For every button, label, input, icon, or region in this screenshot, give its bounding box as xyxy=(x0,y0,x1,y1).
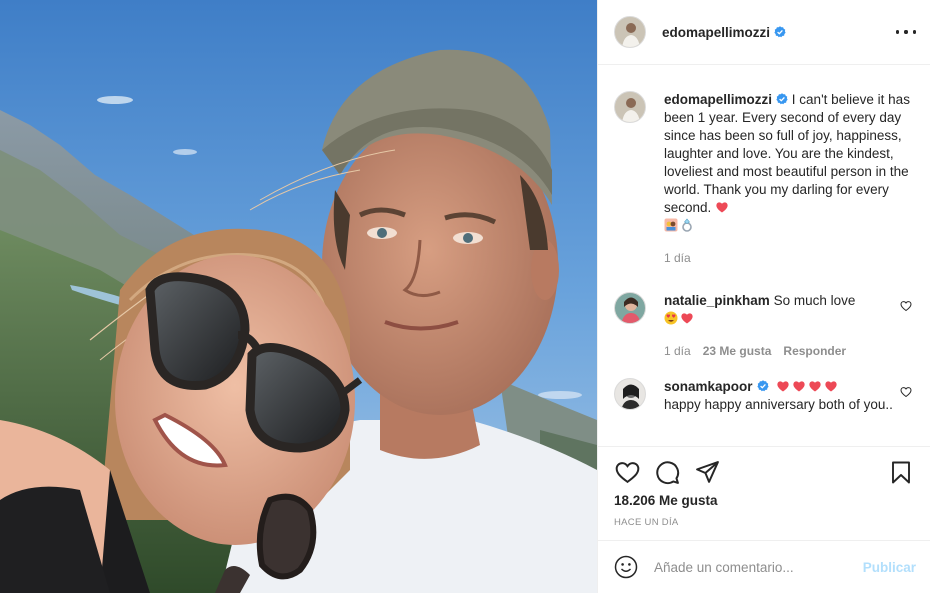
author-avatar[interactable] xyxy=(614,16,646,48)
comment-body: sonamkapoor happy happy anniversary both… xyxy=(664,378,914,414)
verified-badge-icon xyxy=(774,26,786,38)
comment-likes[interactable]: 23 Me gusta xyxy=(703,342,772,360)
comment-body: natalie_pinkham So much love 1 día 23 Me… xyxy=(664,292,914,360)
heart-emoji-icon xyxy=(809,381,821,392)
couple-emoji-icon xyxy=(664,218,678,232)
paper-plane-icon xyxy=(695,460,719,483)
post-sidebar: edomapellimozzi edomapellimozzi I can't … xyxy=(597,0,930,593)
post-photo[interactable] xyxy=(0,0,597,593)
post-header: edomapellimozzi xyxy=(598,0,930,65)
post-photo-illustration xyxy=(0,0,597,593)
author-username[interactable]: edomapellimozzi xyxy=(662,25,770,40)
heart-emoji-icon xyxy=(793,381,805,392)
comment-text-block: sonamkapoor happy happy anniversary both… xyxy=(664,378,914,414)
share-button[interactable] xyxy=(694,459,720,485)
instagram-post: edomapellimozzi edomapellimozzi I can't … xyxy=(0,0,930,593)
author-info: edomapellimozzi xyxy=(662,25,786,40)
post-timestamp[interactable]: HACE UN DÍA xyxy=(614,517,914,528)
heart-icon xyxy=(615,461,639,483)
comment-time[interactable]: 1 día xyxy=(664,342,691,360)
post-actions: 18.206 Me gusta HACE UN DÍA xyxy=(598,446,930,528)
comment-text: happy happy anniversary both of you.. xyxy=(664,397,893,412)
like-comment-heart-icon[interactable] xyxy=(900,300,912,312)
comment-text: So much love xyxy=(773,293,856,308)
caption-time[interactable]: 1 día xyxy=(664,249,691,267)
avatar-image xyxy=(615,293,645,323)
comment-natalie: natalie_pinkham So much love 1 día 23 Me… xyxy=(614,292,914,360)
dot-icon xyxy=(904,30,908,34)
caption-body: edomapellimozzi I can't believe it has b… xyxy=(664,91,914,267)
commenter-avatar[interactable] xyxy=(614,378,646,410)
dot-icon xyxy=(896,30,900,34)
heart-emoji-icon xyxy=(825,381,837,392)
comment-bubble-icon xyxy=(655,460,679,484)
heart-emoji-icon xyxy=(716,202,728,213)
dot-icon xyxy=(912,30,916,34)
avatar-image xyxy=(615,17,645,47)
caption-meta: 1 día xyxy=(664,249,914,267)
like-button[interactable] xyxy=(614,459,640,485)
comment-text-block: natalie_pinkham So much love xyxy=(664,292,914,328)
bookmark-icon xyxy=(892,461,910,483)
comment-sonam: sonamkapoor happy happy anniversary both… xyxy=(614,378,914,414)
action-bar xyxy=(614,447,914,497)
comment-composer: Publicar xyxy=(598,540,930,593)
commenter-username[interactable]: sonamkapoor xyxy=(664,379,753,394)
caption-avatar[interactable] xyxy=(614,91,646,123)
heart-emoji-icon xyxy=(777,381,789,392)
heart-emoji-icon xyxy=(681,313,693,324)
reply-button[interactable]: Responder xyxy=(783,342,846,360)
avatar-image xyxy=(615,92,645,122)
more-options-icon[interactable] xyxy=(896,22,916,42)
heart-eyes-emoji-icon xyxy=(664,311,678,325)
comment-meta: 1 día 23 Me gusta Responder xyxy=(664,342,914,360)
caption-text: I can't believe it has been 1 year. Ever… xyxy=(664,92,910,215)
caption: edomapellimozzi I can't believe it has b… xyxy=(614,91,914,267)
comment-button[interactable] xyxy=(654,459,680,485)
emoji-smile-icon[interactable] xyxy=(614,555,638,579)
verified-badge-icon xyxy=(756,380,769,392)
commenter-username[interactable]: natalie_pinkham xyxy=(664,293,770,308)
caption-username[interactable]: edomapellimozzi xyxy=(664,92,772,107)
comments-list[interactable]: edomapellimozzi I can't believe it has b… xyxy=(598,66,930,446)
commenter-avatar[interactable] xyxy=(614,292,646,324)
caption-text-block: edomapellimozzi I can't believe it has b… xyxy=(664,91,914,235)
publish-button[interactable]: Publicar xyxy=(863,560,916,575)
like-comment-heart-icon[interactable] xyxy=(900,386,912,398)
save-button[interactable] xyxy=(888,459,914,485)
verified-badge-icon xyxy=(776,93,788,105)
avatar-image xyxy=(615,379,645,409)
ring-emoji-icon xyxy=(682,218,692,232)
comment-input[interactable] xyxy=(654,559,863,575)
